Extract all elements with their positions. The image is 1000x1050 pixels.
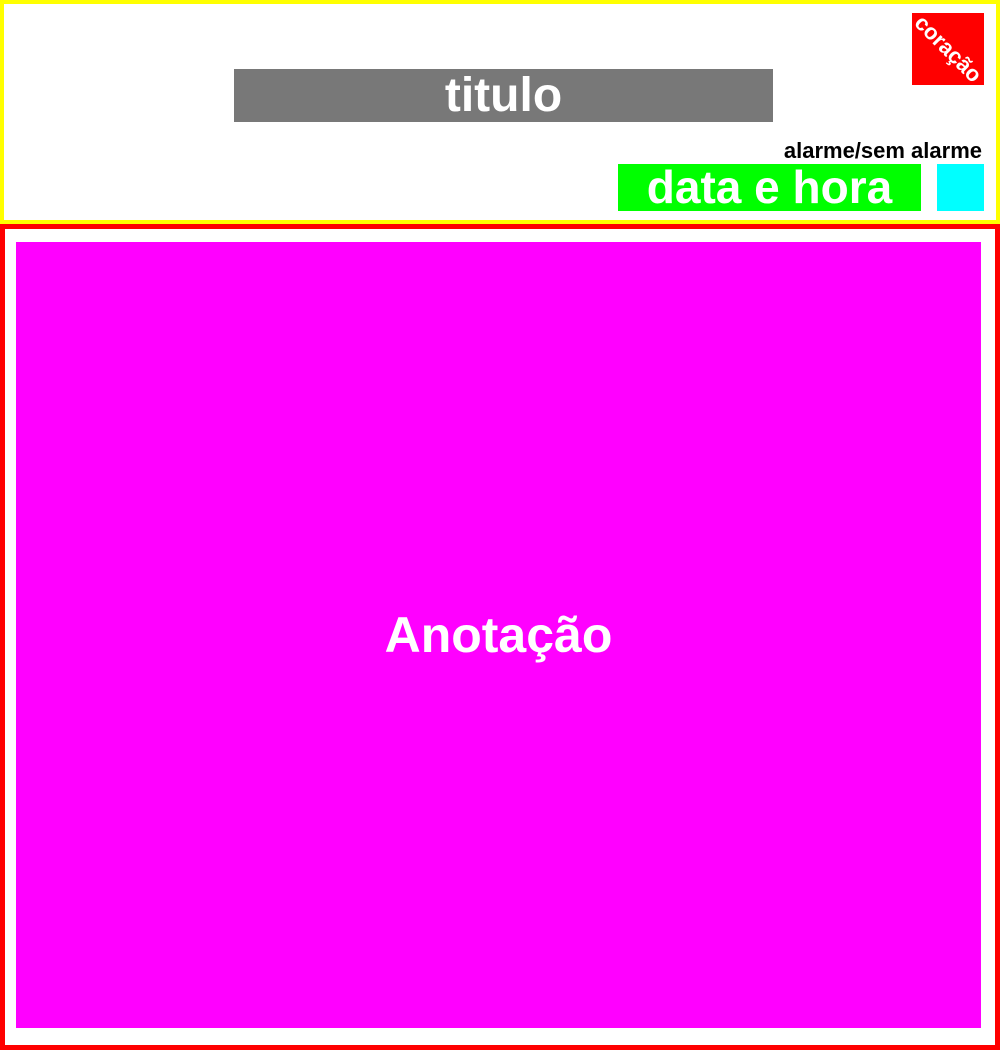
- datetime-box: data e hora: [618, 164, 921, 211]
- heart-label: coração: [912, 13, 984, 85]
- heart-indicator: coração: [912, 13, 984, 85]
- title-label: titulo: [444, 69, 563, 122]
- alarm-indicator: [937, 164, 984, 211]
- datetime-label: data e hora: [646, 161, 893, 213]
- header-panel: titulo coração alarme/sem alarme data e …: [0, 0, 1000, 224]
- annotation-area[interactable]: Anotação: [16, 242, 981, 1028]
- title-box: titulo: [234, 69, 773, 122]
- annotation-label: Anotação: [384, 607, 613, 663]
- alarm-status-label: alarme/sem alarme: [783, 138, 982, 163]
- content-panel: Anotação: [0, 224, 1000, 1050]
